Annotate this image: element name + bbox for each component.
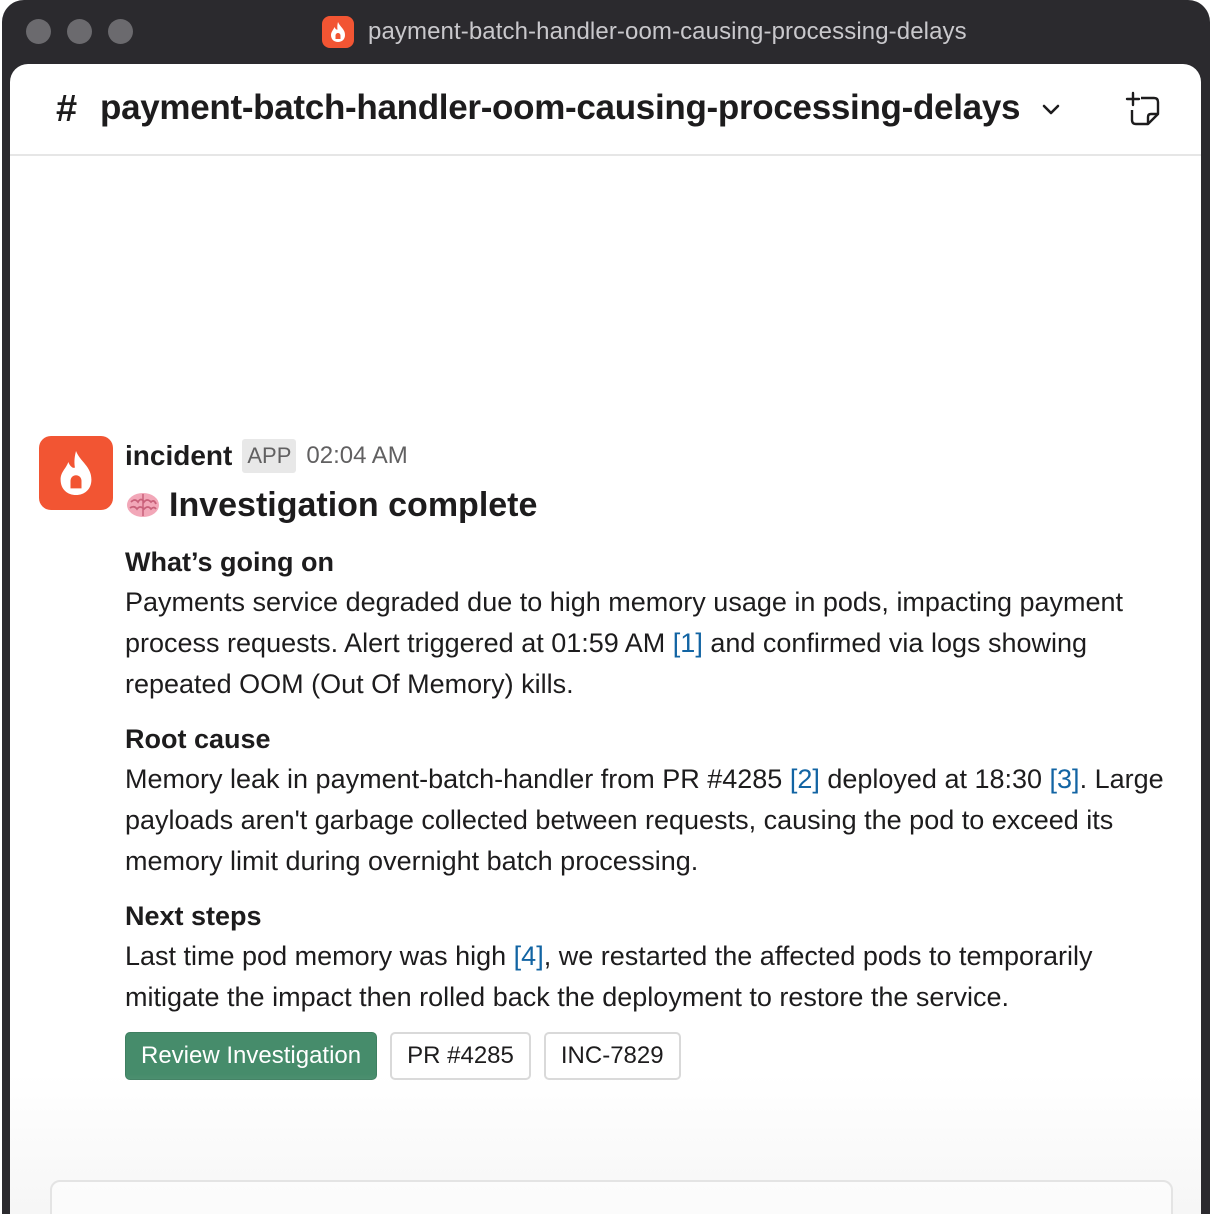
section-text: Payments service degraded due to high me… (125, 582, 1177, 705)
message-meta: incident APP 02:04 AM (125, 434, 1185, 478)
section-text: Memory leak in payment-batch-handler fro… (125, 759, 1177, 882)
section-title: Root cause (125, 724, 271, 754)
text-segment: Memory leak in payment-batch-handler fro… (125, 764, 790, 794)
section-root-cause: Root cause Memory leak in payment-batch-… (125, 721, 1185, 882)
pr-link-button[interactable]: PR #4285 (390, 1032, 531, 1080)
app-badge: APP (242, 439, 297, 473)
reference-link[interactable]: [2] (790, 764, 820, 794)
reference-link[interactable]: [1] (673, 628, 703, 658)
message-composer[interactable] (50, 1180, 1173, 1214)
review-investigation-button[interactable]: Review Investigation (125, 1032, 378, 1080)
channel-hash-symbol: # (56, 88, 78, 130)
minimize-window-button[interactable] (67, 19, 92, 44)
chevron-down-icon[interactable] (1038, 96, 1064, 122)
window-title: payment-batch-handler-oom-causing-proces… (368, 18, 967, 45)
avatar[interactable] (39, 436, 113, 510)
section-text: Last time pod memory was high [4], we re… (125, 936, 1177, 1018)
text-segment: Last time pod memory was high (125, 941, 514, 971)
title-bar: payment-batch-handler-oom-causing-proces… (2, 0, 1210, 64)
action-buttons: Review Investigation PR #4285 INC-7829 (125, 1032, 1185, 1080)
flame-icon (322, 16, 354, 48)
message-body: incident APP 02:04 AM Investigation comp… (125, 434, 1185, 1080)
incident-link-button[interactable]: INC-7829 (543, 1032, 681, 1080)
close-window-button[interactable] (26, 19, 51, 44)
channel-view: # payment-batch-handler-oom-causing-proc… (10, 64, 1201, 1214)
window-title-group: payment-batch-handler-oom-causing-proces… (322, 16, 967, 48)
message-heading: Investigation complete (169, 485, 538, 524)
section-next-steps: Next steps Last time pod memory was high… (125, 898, 1185, 1018)
reference-link[interactable]: [4] (514, 941, 544, 971)
new-canvas-icon[interactable] (1124, 90, 1164, 130)
section-title: Next steps (125, 901, 262, 931)
section-title: What’s going on (125, 547, 334, 577)
text-segment: deployed at 18:30 (819, 764, 1050, 794)
message-heading-row: Investigation complete (125, 482, 1185, 528)
channel-header: # payment-batch-handler-oom-causing-proc… (10, 64, 1201, 156)
message-timestamp[interactable]: 02:04 AM (306, 442, 407, 470)
sender-name[interactable]: incident (125, 440, 232, 472)
brain-emoji-icon (127, 493, 159, 517)
channel-name[interactable]: payment-batch-handler-oom-causing-proces… (100, 88, 1020, 128)
app-window: payment-batch-handler-oom-causing-proces… (2, 0, 1210, 1214)
flame-icon (60, 451, 92, 495)
section-whats-going-on: What’s going on Payments service degrade… (125, 544, 1185, 705)
maximize-window-button[interactable] (108, 19, 133, 44)
reference-link[interactable]: [3] (1050, 764, 1080, 794)
